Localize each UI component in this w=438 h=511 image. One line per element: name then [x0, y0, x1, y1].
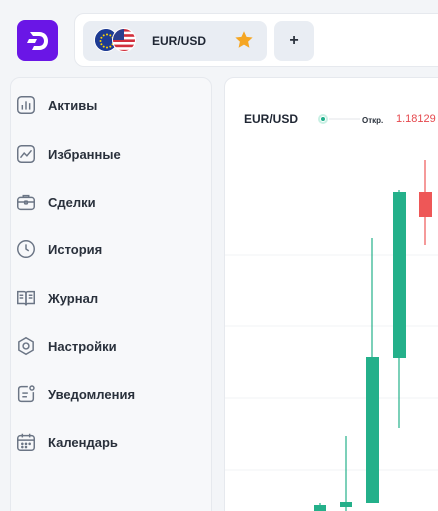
candle	[314, 503, 326, 511]
trading-app: EUR/USD + Активы Избранные Сделки Истори…	[0, 0, 438, 511]
candle	[340, 436, 352, 511]
candlestick-chart[interactable]	[0, 0, 438, 511]
candle	[419, 160, 432, 245]
candle	[393, 190, 406, 428]
candle	[366, 238, 379, 503]
